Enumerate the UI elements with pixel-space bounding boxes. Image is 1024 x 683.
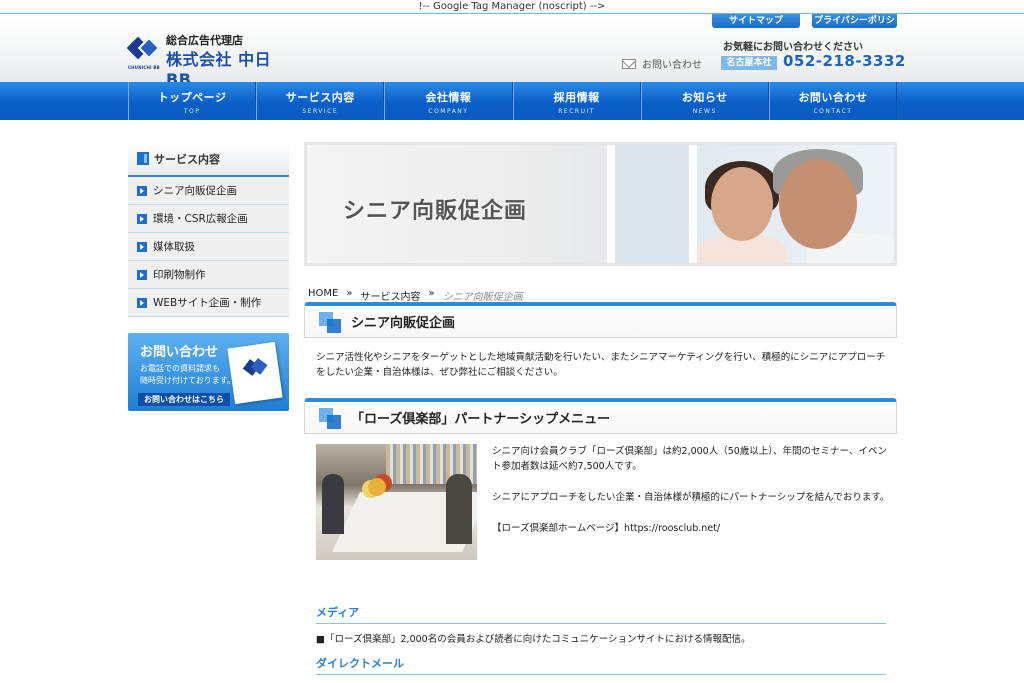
sidebar-item-label: 印刷物制作	[153, 269, 206, 281]
breadcrumb-service[interactable]: サービス内容	[360, 288, 420, 303]
sidebar-item-print[interactable]: 印刷物制作	[128, 261, 289, 289]
sidebar-item-senior[interactable]: シニア向販促企画	[128, 177, 289, 205]
breadcrumb-home[interactable]: HOME	[308, 288, 338, 303]
nav-top[interactable]: トップページ TOP	[128, 82, 257, 120]
intro-text: シニア活性化やシニアをターゲットとした地域貢献活動を行いたい、またシニアマーケテ…	[316, 352, 886, 378]
section-heading-rose-club: 「ローズ倶楽部」パートナーシップメニュー	[304, 398, 897, 434]
contact-link[interactable]: お問い合わせ	[622, 56, 702, 71]
nav-sublabel: TOP	[183, 108, 201, 115]
squares-icon	[319, 311, 341, 333]
contact-hint: お気軽にお問い合わせください	[723, 42, 863, 53]
nav-recruit[interactable]: 採用情報 RECRUIT	[512, 82, 641, 120]
section-heading-senior: シニア向販促企画	[304, 302, 897, 338]
media-heading: メディア	[316, 604, 886, 624]
contact-banner[interactable]: お問い合わせ お電話での資料請求も随時受け付けております。 お問い合わせはこちら	[128, 333, 289, 411]
arrow-right-icon	[137, 213, 147, 224]
sidebar-heading: サービス内容	[128, 142, 289, 177]
arrow-right-icon	[137, 297, 147, 308]
nav-sublabel: SERVICE	[302, 108, 339, 115]
banner-line1: お電話での資料請求も	[140, 364, 220, 373]
sitemap-link[interactable]: サイトマップ	[712, 14, 800, 28]
sidebar-item-label: 環境・CSR広報企画	[153, 213, 248, 225]
sidebar-item-media[interactable]: 媒体取扱	[128, 233, 289, 261]
nav-service[interactable]: サービス内容 SERVICE	[256, 82, 385, 120]
utility-links: サイトマップ プライバシーポリシー	[712, 14, 897, 40]
sidebar-item-csr[interactable]: 環境・CSR広報企画	[128, 205, 289, 233]
brochure-image	[227, 341, 283, 405]
arrow-right-icon	[137, 269, 147, 280]
phone-number[interactable]: 052-218-3332	[783, 52, 906, 70]
arrow-right-icon	[137, 241, 147, 252]
nav-news[interactable]: お知らせ NEWS	[640, 82, 769, 120]
section-title: シニア向販促企画	[351, 316, 456, 331]
hero-banner: シニア向販促企画	[304, 142, 897, 266]
banner-button[interactable]: お問い合わせはこちら	[138, 393, 230, 406]
breadcrumb-separator: »	[346, 288, 353, 299]
privacy-policy-link[interactable]: プライバシーポリシー	[812, 14, 897, 40]
nav-label: 採用情報	[553, 91, 600, 104]
photo-flowers	[368, 478, 386, 496]
seminar-photo	[316, 444, 477, 560]
nav-sublabel: RECRUIT	[558, 108, 595, 115]
hero-title: シニア向販促企画	[343, 199, 528, 224]
company-logo[interactable]: CHUNICHI BB 総合広告代理店 株式会社 中日BB	[126, 32, 293, 89]
breadcrumb: HOME » サービス内容 » シニア向販促企画	[308, 288, 523, 303]
nav-contact[interactable]: お問い合わせ CONTACT	[768, 82, 898, 120]
nav-sublabel: CONTACT	[813, 108, 853, 115]
gtm-noscript-text: !-- Google Tag Manager (noscript) -->	[0, 0, 1024, 14]
sidebar: サービス内容 シニア向販促企画 環境・CSR広報企画 媒体取扱 印刷物制作 WE…	[128, 142, 289, 317]
nav-label: お知らせ	[681, 91, 728, 104]
banner-title: お問い合わせ	[140, 345, 219, 360]
direct-mail-heading: ダイレクトメール	[316, 655, 886, 675]
book-icon	[137, 152, 149, 165]
global-nav: トップページ TOP サービス内容 SERVICE 会社情報 COMPANY 採用情報…	[0, 82, 1024, 120]
site-header: CHUNICHI BB 総合広告代理店 株式会社 中日BB サイトマップ プライ…	[0, 14, 1024, 89]
office-badge: 名古屋本社	[721, 56, 777, 70]
logo-mark-icon	[126, 36, 161, 64]
mail-icon	[622, 58, 636, 69]
breadcrumb-current: シニア向販促企画	[442, 292, 523, 303]
nav-label: サービス内容	[285, 91, 355, 104]
media-line: ■「ローズ倶楽部」2,000名の会員および読者に向けたコミュニケーションサイトに…	[316, 634, 751, 645]
nav-sublabel: COMPANY	[428, 108, 469, 115]
banner-line2: 随時受け付けております。	[140, 376, 235, 385]
sidebar-heading-label: サービス内容	[154, 152, 220, 166]
logo-sub-text: CHUNICHI BB	[128, 65, 160, 70]
hero-window-image	[607, 145, 697, 263]
sidebar-item-web[interactable]: WEBサイト企画・制作	[128, 289, 289, 317]
contact-link-label: お問い合わせ	[642, 60, 702, 71]
photo-person-right	[446, 474, 472, 544]
section-title: 「ローズ倶楽部」パートナーシップメニュー	[351, 412, 611, 427]
nav-label: お問い合わせ	[798, 91, 868, 104]
nav-label: トップページ	[157, 91, 227, 104]
nav-label: 会社情報	[425, 91, 472, 104]
hero-person-woman-face	[711, 167, 773, 241]
photo-person-left	[322, 474, 344, 534]
hero-person-man-face	[779, 159, 857, 249]
squares-icon	[319, 407, 341, 429]
rose-club-paragraph: シニア向け会員クラブ「ローズ倶楽部」は約2,000人（50歳以上）、年間のセミナ…	[492, 446, 887, 472]
sidebar-item-label: シニア向販促企画	[153, 185, 237, 197]
banner-text: お電話での資料請求も随時受け付けております。	[140, 363, 235, 387]
breadcrumb-separator: »	[428, 288, 435, 299]
rose-club-text: シニア向け会員クラブ「ローズ倶楽部」は約2,000人（50歳以上）、年間のセミナ…	[492, 444, 892, 552]
arrow-right-icon	[137, 185, 147, 196]
nav-company[interactable]: 会社情報 COMPANY	[384, 82, 513, 120]
rose-club-link[interactable]: 【ローズ倶楽部ホームページ】https://roosclub.net/	[492, 521, 892, 536]
sidebar-item-label: WEBサイト企画・制作	[153, 297, 262, 309]
sidebar-item-label: 媒体取扱	[153, 241, 195, 253]
nav-sublabel: NEWS	[692, 108, 717, 115]
rose-club-paragraph: シニアにアプローチをしたい企業・自治体様が積極的にパートナーシップを結んでおりま…	[492, 492, 890, 503]
